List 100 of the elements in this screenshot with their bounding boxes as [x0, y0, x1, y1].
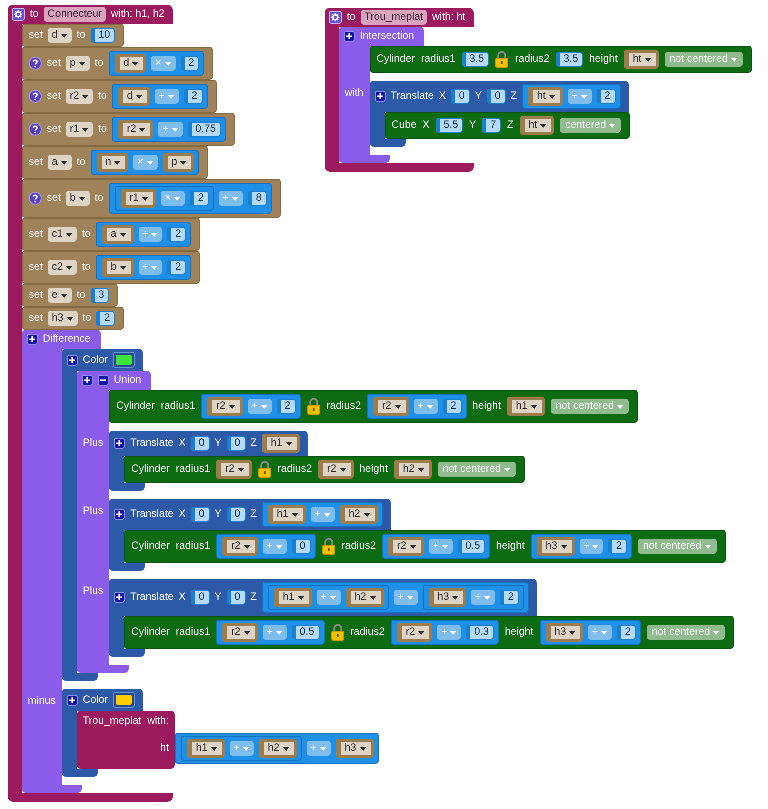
number-field[interactable]: 0 [486, 89, 506, 104]
plus-icon[interactable] [27, 334, 38, 345]
number-field[interactable]: 0.5 [458, 539, 486, 554]
number-field[interactable]: 2 [596, 89, 616, 104]
number-field[interactable]: 0 [190, 507, 210, 522]
variable-dropdown[interactable]: r2 [216, 460, 252, 479]
variable-dropdown[interactable]: h1 [274, 588, 312, 607]
number-field[interactable]: 0 [226, 436, 246, 451]
plus-icon[interactable] [344, 31, 355, 42]
number-field[interactable]: 2 [617, 625, 636, 640]
number-field[interactable]: 2 [442, 399, 462, 414]
variable-dropdown[interactable]: r2 [396, 623, 432, 642]
procedure-name-field[interactable]: Trou_meplat [360, 10, 428, 25]
variable-dropdown[interactable]: n [96, 153, 128, 172]
number-field[interactable]: 2 [167, 227, 186, 242]
variable-dropdown[interactable]: h2 [394, 460, 432, 479]
help-icon[interactable] [29, 192, 42, 205]
number-field[interactable]: 2 [180, 56, 200, 71]
number-field[interactable]: 0 [451, 89, 470, 104]
minus-icon[interactable] [98, 375, 110, 386]
number-field[interactable]: 10 [90, 28, 116, 43]
variable-dropdown[interactable]: h3 [536, 537, 575, 556]
variable-dropdown[interactable]: d [118, 87, 150, 106]
number-field[interactable]: 0.3 [466, 625, 494, 640]
number-field[interactable]: 2 [608, 539, 628, 554]
variable-dropdown[interactable]: ht [624, 50, 659, 69]
variable-dropdown[interactable]: ht [520, 116, 554, 135]
number-field[interactable]: 0 [190, 436, 210, 451]
variable-dropdown[interactable]: b [66, 191, 90, 206]
padlock-icon[interactable] [258, 461, 272, 478]
variable-dropdown[interactable]: h3 [336, 739, 374, 758]
plus-icon[interactable] [114, 592, 126, 603]
padlock-icon[interactable] [330, 624, 345, 641]
color-swatch-icon[interactable] [113, 692, 136, 708]
gear-icon[interactable] [12, 8, 25, 21]
variable-dropdown[interactable]: h1 [268, 505, 306, 524]
padlock-icon[interactable] [495, 51, 510, 68]
help-icon[interactable] [29, 57, 42, 70]
number-field[interactable]: 2 [167, 260, 186, 275]
variable-dropdown[interactable]: r2 [207, 397, 243, 416]
plus-icon[interactable] [67, 354, 78, 366]
variable-dropdown[interactable]: r1 [120, 189, 156, 208]
number-field[interactable]: 8 [248, 191, 267, 206]
variable-dropdown[interactable]: e [48, 288, 72, 303]
caret-icon [418, 468, 425, 472]
number-field[interactable]: 0 [226, 507, 246, 522]
variable-dropdown[interactable]: c1 [48, 227, 78, 242]
plus-icon[interactable] [67, 694, 78, 706]
number-field[interactable]: 0 [190, 590, 210, 605]
number-field[interactable]: 2 [500, 590, 519, 605]
variable-dropdown[interactable]: p [66, 56, 90, 71]
variable-dropdown[interactable]: h1 [187, 739, 225, 758]
variable-dropdown[interactable]: d [114, 54, 146, 73]
number-field[interactable]: 5.5 [436, 118, 464, 133]
variable-dropdown[interactable]: a [102, 225, 134, 244]
variable-dropdown[interactable]: h2 [340, 505, 378, 524]
number-field[interactable]: 0.5 [292, 625, 320, 640]
plus-icon[interactable] [114, 438, 126, 449]
variable-dropdown[interactable]: r1 [66, 122, 94, 137]
number-field[interactable]: 2 [190, 191, 209, 206]
number-field[interactable]: 0 [292, 539, 311, 554]
number-field[interactable]: 2 [184, 89, 203, 104]
help-icon[interactable] [29, 123, 42, 136]
number-field[interactable]: 7 [482, 118, 502, 133]
variable-dropdown[interactable]: c2 [48, 260, 78, 275]
variable-dropdown[interactable]: h2 [346, 588, 384, 607]
plus-icon[interactable] [374, 91, 386, 102]
variable-dropdown[interactable]: a [48, 155, 72, 170]
number-field[interactable]: 0 [226, 590, 246, 605]
variable-dropdown[interactable]: h1 [507, 397, 545, 416]
variable-dropdown[interactable]: r2 [388, 537, 424, 556]
number-field[interactable]: 0.75 [188, 122, 222, 137]
variable-dropdown[interactable]: h3 [48, 311, 78, 326]
variable-dropdown[interactable]: h3 [428, 588, 466, 607]
variable-dropdown[interactable]: r2 [222, 623, 258, 642]
number-field[interactable]: 3.5 [556, 52, 584, 67]
color-swatch-icon[interactable] [113, 352, 136, 368]
number-field[interactable]: 2 [276, 399, 296, 414]
variable-dropdown[interactable]: h2 [259, 739, 297, 758]
variable-dropdown[interactable]: r2 [318, 460, 354, 479]
variable-dropdown[interactable]: ht [528, 87, 563, 106]
variable-dropdown[interactable]: r2 [66, 89, 94, 104]
procedure-name-field[interactable]: Connecteur [44, 7, 106, 22]
variable-dropdown[interactable]: h3 [546, 623, 584, 642]
variable-dropdown[interactable]: h1 [262, 434, 300, 453]
variable-dropdown[interactable]: r2 [118, 120, 154, 139]
padlock-icon[interactable] [322, 538, 336, 555]
variable-dropdown[interactable]: d [48, 28, 72, 43]
help-icon[interactable] [29, 90, 42, 103]
plus-icon[interactable] [82, 375, 94, 386]
gear-icon[interactable] [329, 11, 342, 24]
plus-icon[interactable] [114, 509, 126, 520]
number-field[interactable]: 3 [90, 288, 110, 303]
variable-dropdown[interactable]: b [102, 258, 134, 277]
number-field[interactable]: 3.5 [462, 52, 490, 67]
padlock-icon[interactable] [306, 398, 321, 415]
variable-dropdown[interactable]: p [162, 153, 194, 172]
number-field[interactable]: 2 [96, 311, 116, 326]
variable-dropdown[interactable]: r2 [373, 397, 409, 416]
variable-dropdown[interactable]: r2 [222, 537, 258, 556]
